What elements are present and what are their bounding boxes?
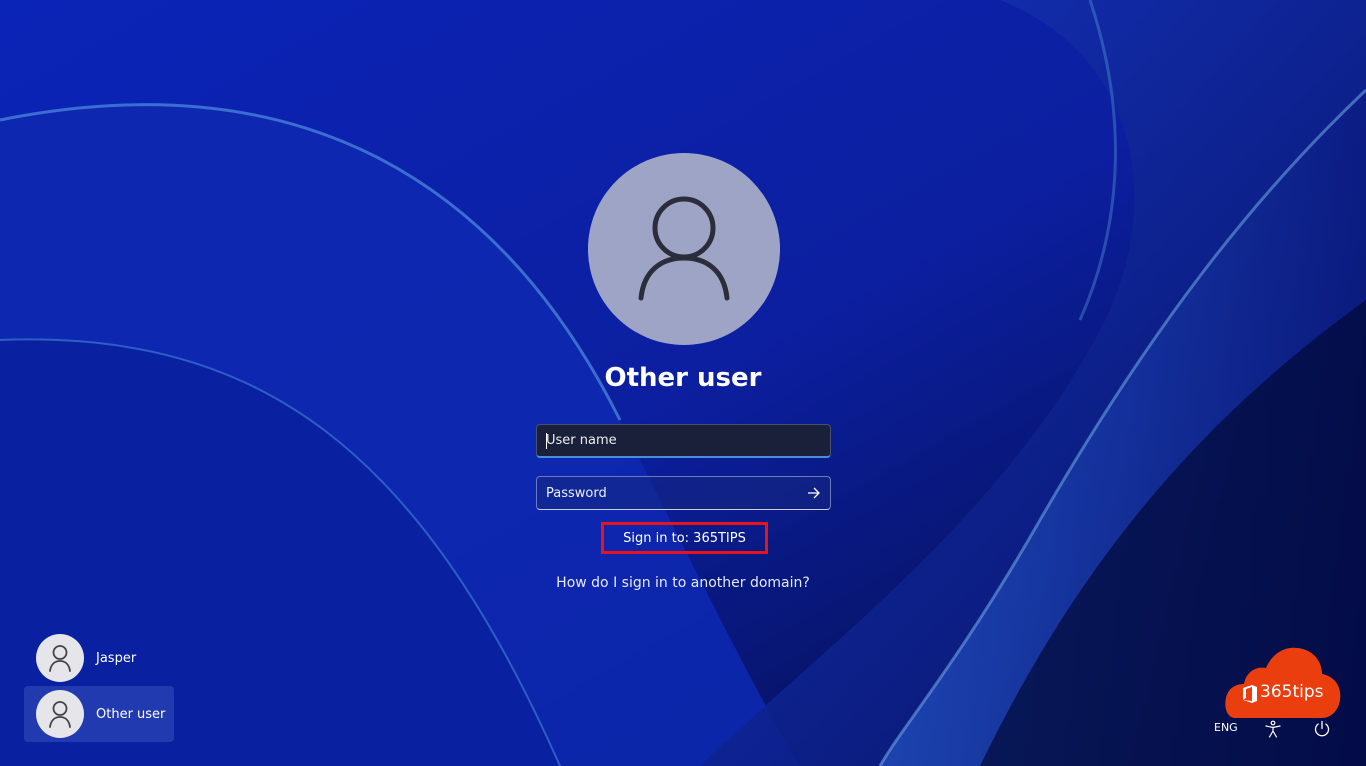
user-name: Other user <box>96 706 166 722</box>
text-caret <box>546 433 547 449</box>
user-switcher: Jasper Other user <box>24 630 174 742</box>
another-domain-link[interactable]: How do I sign in to another domain? <box>483 575 883 591</box>
submit-button[interactable] <box>798 477 830 509</box>
accessibility-icon <box>1265 720 1281 738</box>
avatar <box>36 690 84 738</box>
person-icon <box>49 645 71 672</box>
arrow-right-icon <box>808 487 820 499</box>
system-tray: ENG <box>1200 716 1350 742</box>
language-button[interactable]: ENG <box>1214 721 1238 734</box>
office-icon <box>1243 685 1257 703</box>
password-field[interactable] <box>536 476 831 510</box>
brand-logo: 365tips <box>1222 644 1344 722</box>
logo-text: 365tips <box>1260 682 1324 702</box>
person-icon <box>49 701 71 728</box>
user-avatar-large <box>588 153 780 345</box>
power-icon <box>1314 720 1330 737</box>
avatar <box>36 634 84 682</box>
user-name: Jasper <box>96 650 137 666</box>
accessibility-button[interactable] <box>1262 718 1284 740</box>
sign-in-domain-label: Sign in to: 365TIPS <box>601 522 768 554</box>
username-field[interactable] <box>536 424 831 458</box>
username-input[interactable] <box>537 425 830 456</box>
power-button[interactable] <box>1311 718 1333 740</box>
password-input[interactable] <box>537 477 798 509</box>
sign-in-domain-text: Sign in to: 365TIPS <box>623 530 746 546</box>
page-title: Other user <box>604 363 762 393</box>
user-item-other-user[interactable]: Other user <box>24 686 174 742</box>
person-icon <box>638 196 730 301</box>
user-item-jasper[interactable]: Jasper <box>24 630 174 686</box>
